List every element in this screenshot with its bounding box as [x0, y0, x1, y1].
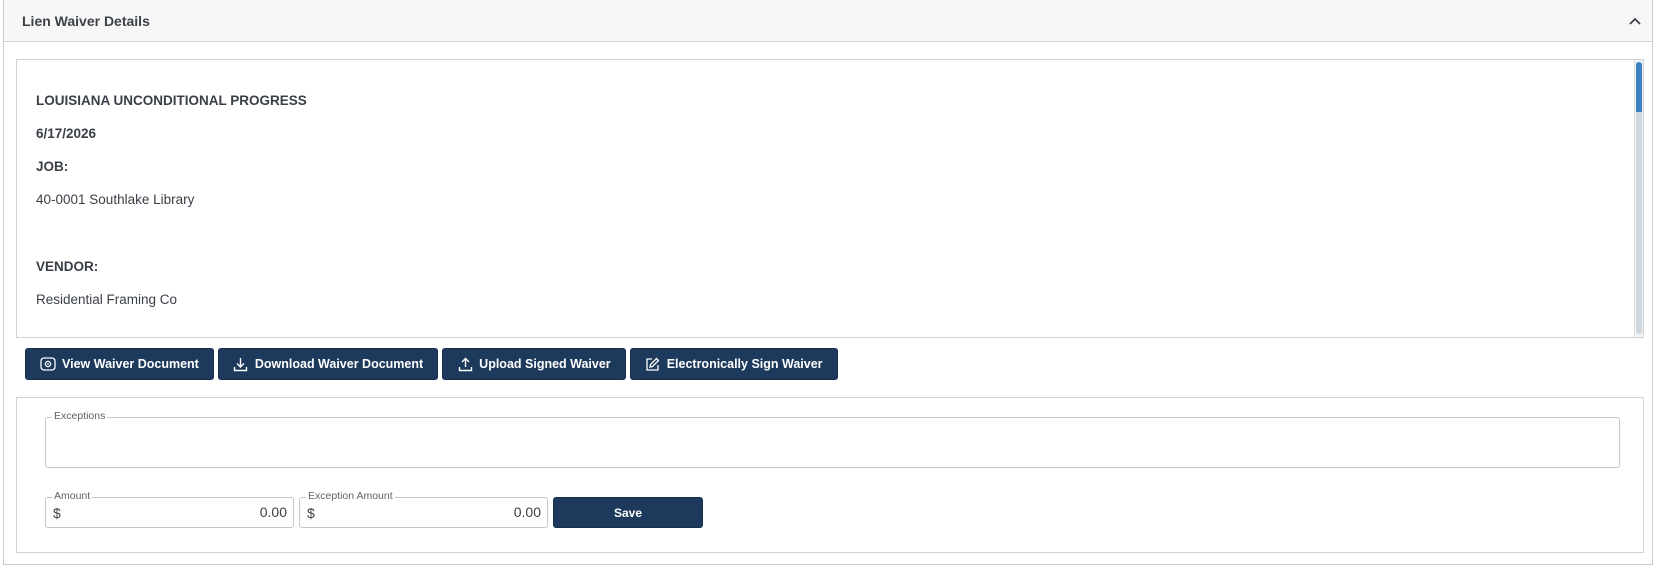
scrollbar-thumb[interactable] — [1636, 62, 1642, 334]
vendor-value: Residential Framing Co — [36, 292, 178, 307]
save-button[interactable]: Save — [553, 497, 703, 528]
waiver-date: 6/17/2026 — [36, 126, 97, 141]
download-waiver-button[interactable]: Download Waiver Document — [217, 348, 439, 380]
amount-currency-symbol: $ — [53, 505, 61, 521]
electronically-sign-waiver-button[interactable]: Electronically Sign Waiver — [629, 348, 838, 380]
amount-label: Amount — [52, 490, 93, 502]
edit-icon — [645, 356, 661, 372]
upload-signed-waiver-label: Upload Signed Waiver — [479, 357, 611, 371]
waiver-title: LOUISIANA UNCONDITIONAL PROGRESS — [36, 93, 307, 108]
amount-input[interactable] — [87, 504, 287, 520]
panel-header[interactable]: Lien Waiver Details — [4, 0, 1652, 42]
chevron-up-icon[interactable] — [1626, 12, 1644, 30]
electronically-sign-waiver-label: Electronically Sign Waiver — [666, 357, 823, 371]
view-waiver-label: View Waiver Document — [62, 357, 199, 371]
job-label: JOB: — [36, 159, 69, 174]
exception-amount-label: Exception Amount — [306, 490, 395, 502]
amount-field[interactable]: Amount $ — [45, 490, 294, 528]
upload-signed-waiver-button[interactable]: Upload Signed Waiver — [442, 348, 626, 380]
job-value: 40-0001 Southlake Library — [36, 192, 195, 207]
exceptions-input[interactable] — [46, 418, 1619, 467]
vendor-label: VENDOR: — [36, 259, 99, 274]
upload-icon — [457, 356, 473, 372]
waiver-document-preview: LOUISIANA UNCONDITIONAL PROGRESS 6/17/20… — [16, 59, 1644, 338]
exception-amount-input[interactable] — [341, 504, 541, 520]
exception-amount-field[interactable]: Exception Amount $ — [299, 490, 548, 528]
download-waiver-label: Download Waiver Document — [254, 357, 424, 371]
eye-icon — [40, 356, 56, 372]
lien-waiver-panel: Lien Waiver Details LOUISIANA UNCONDITIO… — [3, 0, 1653, 565]
waiver-action-buttons: View Waiver Document Download Waiver Doc… — [25, 348, 838, 380]
download-icon — [233, 356, 249, 372]
exceptions-field[interactable]: Exceptions — [45, 410, 1620, 468]
view-waiver-button[interactable]: View Waiver Document — [25, 348, 214, 380]
document-scrollbar[interactable] — [1634, 60, 1643, 337]
exception-amount-currency-symbol: $ — [307, 505, 315, 521]
waiver-form: Exceptions Amount $ Exception Amount $ S… — [16, 397, 1644, 553]
panel-title: Lien Waiver Details — [22, 12, 150, 29]
